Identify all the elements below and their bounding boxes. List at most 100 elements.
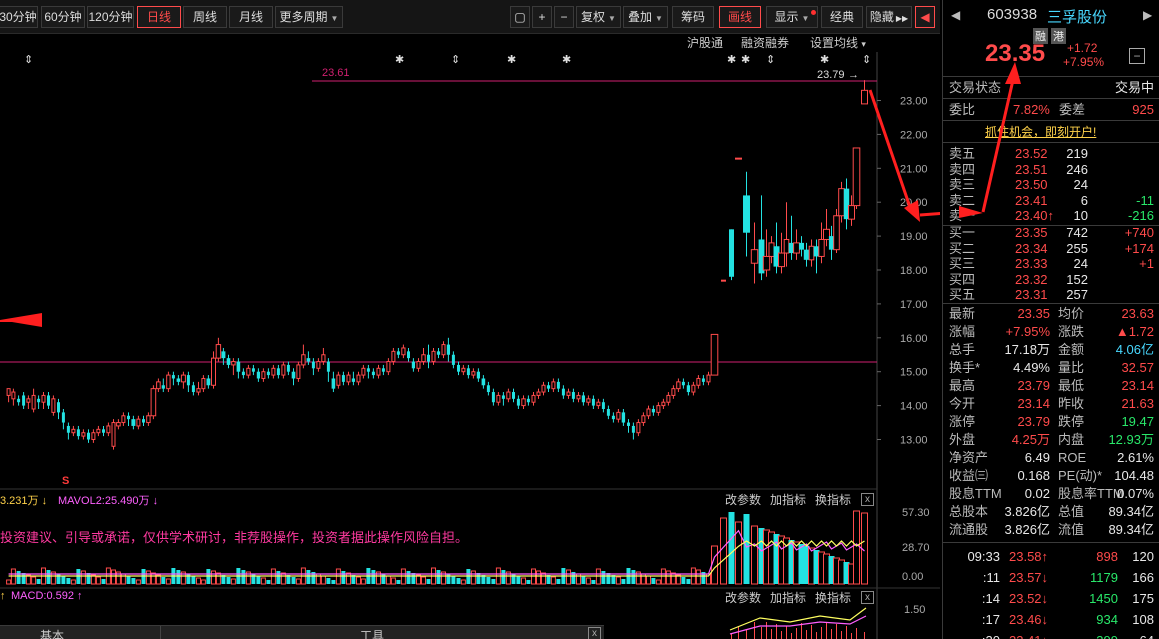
overlay-button[interactable]: 叠加 ▼ (623, 6, 668, 28)
adjust-button[interactable]: 复权 ▼ (576, 6, 621, 28)
stats-row: 今开 23.14 昨收 21.63 (943, 395, 1159, 413)
vol-add-indicator[interactable]: 加指标 (770, 491, 806, 508)
candle-body (301, 354, 306, 366)
buy-order-row[interactable]: 买三 23.33 24 +1 (943, 256, 1159, 271)
event-marker-icon[interactable]: ✱ (395, 54, 404, 66)
event-marker-icon[interactable]: ✱ (562, 54, 571, 66)
period-120min-button[interactable]: 120分钟 (87, 6, 134, 28)
collapse-panel-icon[interactable]: ◀ (915, 6, 935, 28)
classic-button[interactable]: 经典 (821, 6, 863, 28)
event-marker-icon[interactable]: ⇕ (451, 54, 460, 66)
event-marker-icon[interactable]: ⇕ (862, 54, 871, 66)
period-60min-button[interactable]: 60分钟 (41, 6, 85, 28)
event-marker-icon[interactable]: ✱ (727, 54, 736, 66)
ma-settings-link[interactable]: 设置均线 ▾ (810, 34, 866, 51)
prev-stock-icon[interactable]: ◀ (951, 8, 960, 22)
volume-bar (101, 579, 106, 584)
bottom-tabs: 基本 工具 x (0, 625, 604, 639)
candle-body (261, 371, 266, 379)
rzrq-link[interactable]: 融资融券 (741, 34, 789, 51)
price-tick-label: 14.00 (900, 401, 928, 413)
close-icon[interactable]: x (861, 493, 874, 506)
stat-value: 6.49 (1024, 450, 1050, 465)
kline-chart[interactable]: ⇕ ✱ ⇕ ✱ ✱ ✱ ✱ ⇕ ✱ ⇕ 23.61 23.79 → 23.00 22.00 21.00… (0, 52, 940, 639)
period-more-button[interactable]: 更多周期 ▼ (275, 6, 343, 28)
tick-time: :20 (982, 632, 1000, 639)
stat-label: 流值 (1058, 522, 1085, 537)
sell-volume: 10 (1073, 208, 1088, 223)
candle-body (71, 428, 76, 434)
zoom-in-icon[interactable]: + (532, 6, 552, 28)
volume-bar (36, 579, 41, 584)
candle-body (271, 367, 276, 376)
volume-bar (230, 578, 236, 585)
volume-bar (95, 576, 101, 585)
event-marker-icon[interactable]: ✱ (820, 54, 829, 66)
tick-time: :17 (981, 612, 1000, 627)
candle-body (596, 401, 601, 407)
overlay-label: 叠加 (628, 10, 653, 24)
draw-line-button[interactable]: 画线 (719, 6, 761, 28)
event-marker-icon[interactable]: ⇕ (766, 54, 775, 66)
volume-bar (491, 579, 496, 584)
chips-button[interactable]: 筹码 (672, 6, 714, 28)
zoom-out-icon[interactable]: − (554, 6, 574, 28)
candle-body (366, 368, 370, 372)
stat-value: 0.02 (1024, 486, 1050, 501)
period-daily-button[interactable]: 日线 (137, 6, 181, 28)
macd-change-indicator[interactable]: 换指标 (815, 589, 851, 606)
stat-value: 3.826亿 (1004, 504, 1050, 519)
buy-order-row[interactable]: 买二 23.34 255 +174 (943, 241, 1159, 256)
close-icon[interactable]: x (861, 591, 874, 604)
next-stock-icon[interactable]: ▶ (1143, 8, 1152, 22)
vol-change-indicator[interactable]: 换指标 (815, 491, 851, 508)
volume-bar (720, 517, 727, 585)
candle-body (37, 398, 41, 403)
candle-body (296, 364, 301, 379)
double-right-icon: ▶▶ (895, 14, 909, 23)
volume-bar (421, 576, 426, 585)
event-marker-icon[interactable]: ⇕ (24, 54, 33, 66)
candle-body (521, 398, 526, 407)
period-weekly-button[interactable]: 周线 (183, 6, 227, 28)
tick-price: 23.57↓ (1009, 570, 1049, 585)
price-axis: 23.0022.0021.0020.0019.0018.0017.0016.00… (877, 96, 928, 447)
macd-modify-params[interactable]: 改参数 (725, 589, 761, 606)
vol-modify-params[interactable]: 改参数 (725, 491, 761, 508)
close-icon[interactable]: x (588, 627, 601, 639)
window-icon[interactable]: ▢ (510, 6, 530, 28)
event-marker-icon[interactable]: ✱ (507, 54, 516, 66)
buy-volume: 24 (1073, 256, 1088, 271)
candle-body (586, 398, 591, 403)
candle-body (701, 378, 705, 382)
candle-body (41, 394, 46, 403)
buy-volume-change: +1 (1139, 256, 1154, 271)
event-marker-icon[interactable]: ✱ (741, 54, 750, 66)
macd-add-indicator[interactable]: 加指标 (770, 589, 806, 606)
remove-watchlist-icon[interactable]: − (1129, 48, 1145, 64)
tick-row: :20 23.41↓ 399 64 (943, 632, 1159, 639)
candle-body (750, 249, 759, 264)
volume-bar (411, 573, 416, 584)
tab-basic[interactable]: 基本 (40, 627, 64, 639)
candle-body (201, 377, 206, 390)
buy-order-row[interactable]: 买五 23.31 257 (943, 287, 1159, 302)
price-tick-label: 22.00 (900, 129, 928, 141)
display-button[interactable]: 显示 ▼ (766, 6, 818, 28)
period-monthly-button[interactable]: 月线 (229, 6, 273, 28)
hide-button[interactable]: 隐藏 ▶▶ (866, 6, 912, 28)
volume-bar (331, 580, 336, 584)
stats-row: 最高 23.79 最低 23.14 (943, 377, 1159, 395)
buy-volume: 152 (1066, 271, 1088, 287)
candle-body (176, 378, 181, 382)
candle-body (150, 388, 157, 417)
price-change: +1.72 (1067, 41, 1098, 55)
buy-order-row[interactable]: 买四 23.32 152 (943, 272, 1159, 287)
tab-tools[interactable]: 工具 (360, 627, 384, 639)
hgt-link[interactable]: 沪股通 (687, 34, 723, 51)
period-30min-button[interactable]: 30分钟 (0, 6, 38, 28)
volume-bar (61, 576, 66, 584)
down-arrow-icon: ↓ (152, 495, 159, 507)
candle-body (561, 388, 565, 396)
candle-body (66, 425, 70, 433)
